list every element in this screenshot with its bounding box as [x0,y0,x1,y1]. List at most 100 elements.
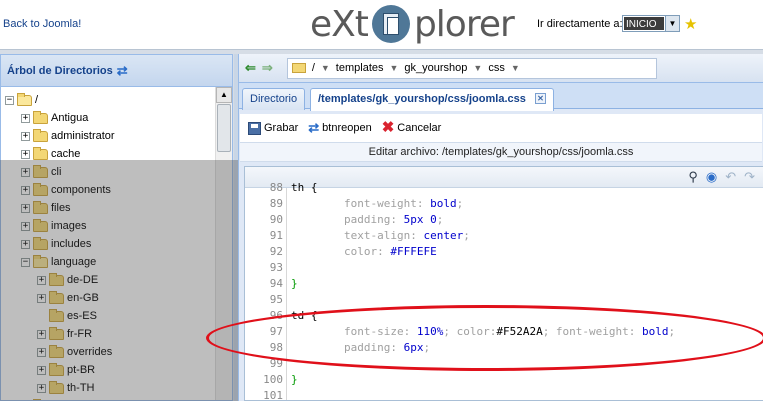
cancel-button[interactable]: ✖ Cancelar [382,120,442,135]
code-editor[interactable]: ⚲ ◉ ↶ ↷ 88th {89 font-weight: bold; 90 pa… [244,166,763,401]
tree-item[interactable]: + fr-FR [37,325,92,343]
folder-icon [33,200,48,214]
tree-item[interactable]: + cache [21,145,80,163]
code-text: color: #FFFEFE [291,244,437,260]
code-token: 5px 0 [403,213,437,226]
tree-item[interactable]: + components [21,181,111,199]
code-text: th { [291,180,318,196]
line-number: 89 [269,197,283,210]
breadcrumb-root[interactable]: / [312,62,315,74]
tree-item[interactable]: − language [21,253,96,271]
refresh-icon[interactable]: ⇄ [117,63,128,79]
code-text: padding: 5px 0; [291,212,443,228]
expand-icon[interactable]: + [21,131,30,141]
expand-icon[interactable]: + [21,167,30,177]
tree-item-label: es-ES [67,310,97,322]
tree-item[interactable]: + files [21,199,71,217]
tree-item[interactable]: + cli [21,163,61,181]
line-number: 100 [263,373,283,386]
chevron-down-icon[interactable]: ▼ [511,63,521,73]
tree-list: − / + Antigua + administrator + cache + cli + compo… [1,87,215,400]
tree-scrollbar[interactable]: ▲ [215,87,232,400]
line-number: 95 [269,293,283,306]
close-icon[interactable]: ✕ [534,93,546,104]
extplorer-logo: eXt plorer [310,2,515,46]
breadcrumb-item[interactable]: css [488,62,505,74]
folder-icon [291,63,306,73]
folder-icon [49,362,64,376]
reopen-button[interactable]: ⇄ btnreopen [308,120,371,136]
expand-icon[interactable]: + [21,185,30,195]
tree-item[interactable]: +libraries [21,397,90,400]
code-line: 101 [245,388,763,400]
tree-item[interactable]: + administrator [21,127,115,145]
tree-item[interactable]: + Antigua [21,109,88,127]
tree-item[interactable]: + pt-BR [37,361,95,379]
tree-item[interactable]: + images [21,217,86,235]
forward-arrow-icon[interactable]: ⇒ [262,60,273,76]
collapse-icon[interactable]: − [5,95,14,105]
breadcrumb-item[interactable]: templates [336,62,384,74]
back-arrow-icon[interactable]: ⇐ [245,60,256,76]
save-button[interactable]: Grabar [248,121,298,135]
code-text: padding: 6px; [291,340,430,356]
expand-icon[interactable]: + [21,149,30,159]
tree-item-label: / [35,94,39,106]
back-to-joomla-link[interactable]: Back to Joomla! [3,18,81,30]
expand-icon[interactable]: + [37,293,46,303]
expand-icon[interactable]: + [21,113,30,123]
tree-item[interactable]: es-ES [37,307,97,325]
scroll-thumb[interactable] [217,104,231,152]
code-line: 96 td { [245,308,763,324]
tree-item[interactable]: − / [5,91,38,109]
expand-icon[interactable]: + [37,347,46,357]
expand-icon[interactable]: + [21,221,30,231]
code-token: } [291,373,298,386]
expand-icon[interactable]: + [37,329,46,339]
tree-panel-title: Árbol de Directorios [7,64,113,77]
code-line: 98 padding: 6px; [245,340,763,356]
expand-icon[interactable]: + [37,275,46,285]
chevron-down-icon[interactable]: ▼ [321,63,330,73]
folder-icon [17,92,32,106]
expand-icon[interactable]: + [21,239,30,249]
tree-item-label: images [51,220,87,232]
chevron-down-icon[interactable]: ▼ [473,63,482,73]
tree-item[interactable]: + de-DE [37,271,98,289]
expand-icon[interactable]: + [21,203,30,213]
expand-icon[interactable]: + [37,383,46,393]
code-token: text-align: [291,229,424,242]
code-token: font-weight: [291,197,431,210]
bookmark-star-icon[interactable]: ★ [684,15,697,33]
folder-icon [49,290,64,304]
logo-emblem-icon [371,5,410,43]
expand-icon[interactable]: + [37,365,46,375]
goto-select[interactable]: INICIO ▼ [622,15,680,32]
breadcrumb-item[interactable]: gk_yourshop [404,62,467,74]
folder-icon [33,110,48,124]
tree-item[interactable]: + includes [21,235,91,253]
tree-item[interactable]: + th-TH [37,379,95,397]
collapse-icon[interactable]: − [21,257,30,267]
tab-joomla-css[interactable]: /templates/gk_yourshop/css/joomla.css ✕ [310,88,554,111]
app-header: Back to Joomla! eXt plorer Ir directamen… [0,0,763,50]
tree-item[interactable]: + en-GB [37,289,99,307]
tree-item-label: components [51,184,111,196]
chevron-down-icon[interactable]: ▼ [390,63,399,73]
code-line: 90 padding: 5px 0; [245,212,763,228]
logo-text-right: plorer [413,3,515,45]
code-token: 6px [403,341,424,354]
code-area[interactable]: 88th {89 font-weight: bold; 90 padding: 5… [245,181,763,400]
chevron-down-icon[interactable]: ▼ [665,16,679,31]
cancel-label: Cancelar [397,122,442,134]
code-token: center [423,229,464,242]
code-token: #FFFEFE [390,245,437,258]
tree-item[interactable]: + overrides [37,343,112,361]
logo-text-left: eXt [310,3,369,45]
tab-label: /templates/gk_yourshop/css/joomla.css [318,93,526,105]
folder-icon [33,164,48,178]
tree-item-label: administrator [51,130,115,142]
tab-directorio[interactable]: Directorio [242,88,306,110]
scroll-up-icon[interactable]: ▲ [216,87,232,103]
line-number: 92 [269,245,283,258]
